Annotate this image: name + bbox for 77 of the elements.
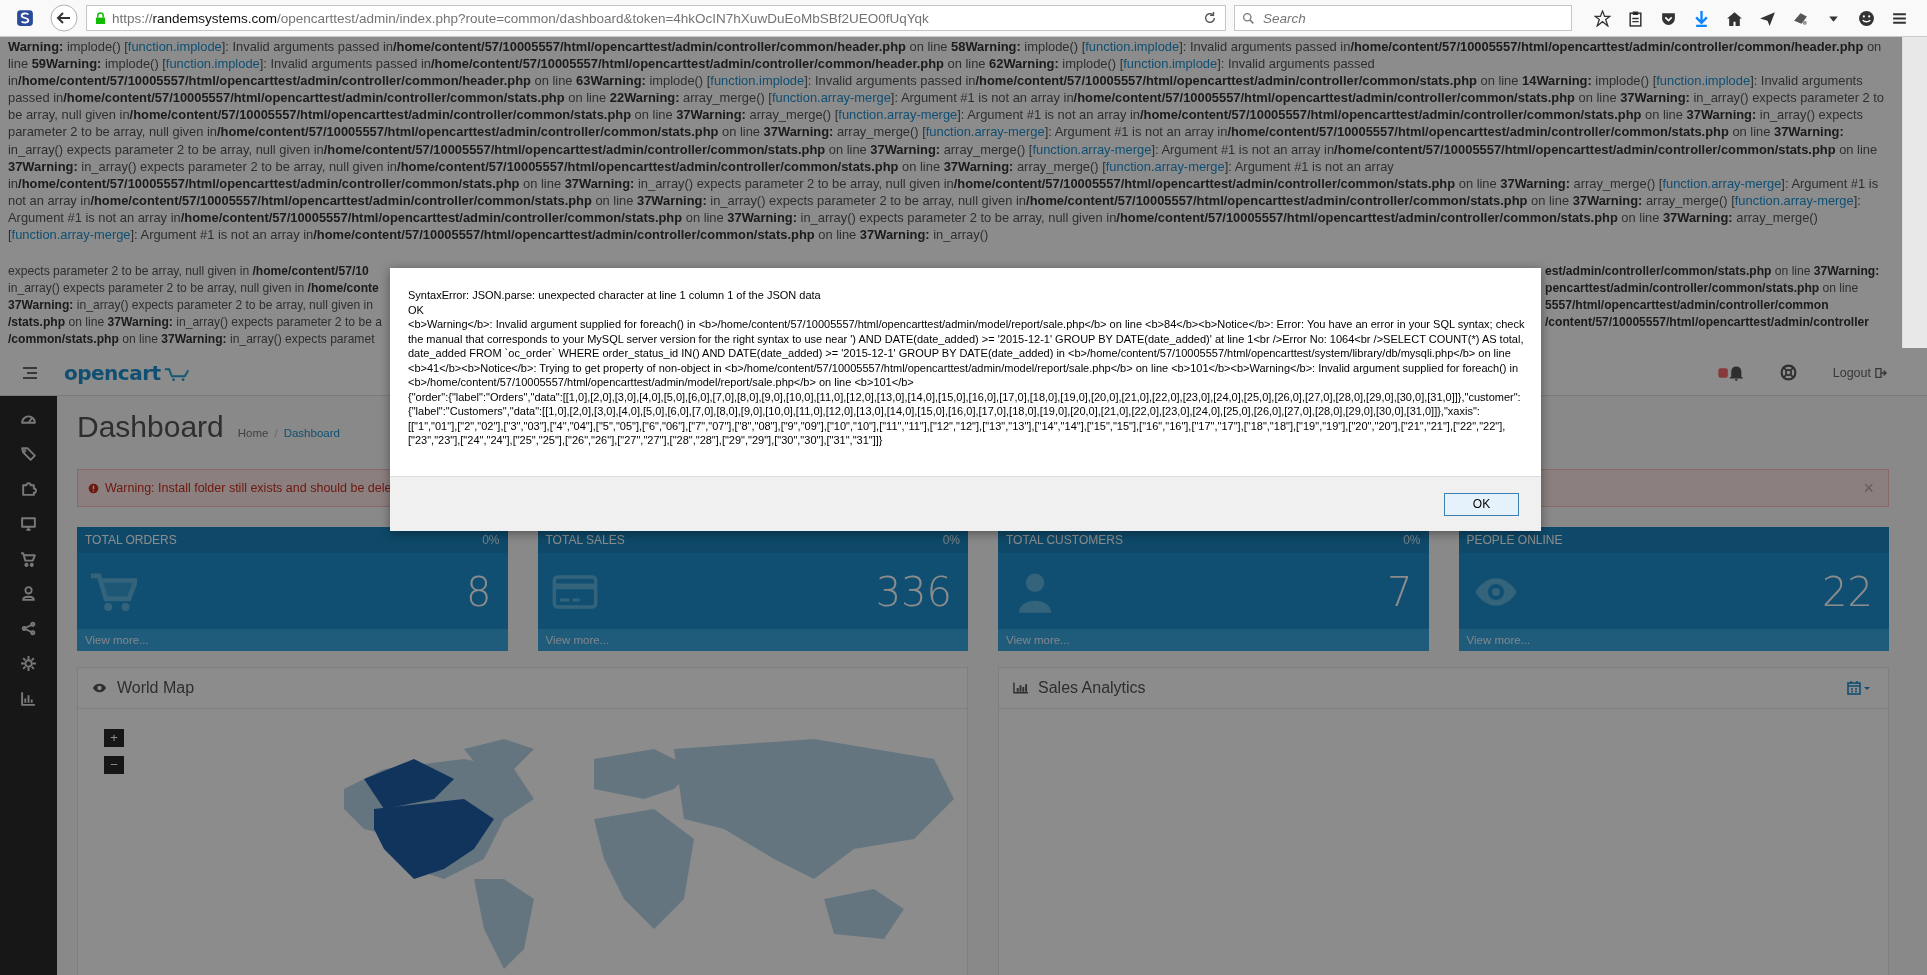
dialog-message: <b>Warning</b>: Invalid argument supplied for foreach() in <b>/home/content/57/10005557/html/opencarttest/admin/model/report/sale.php</b> on line <b>84</b><b>Notice</b>: Error: You have an error in your SQL syntax; check the manual that corresponds to your MySQL server version for the right syntax to use near ') AND DATE(date_added) >= '2015-12-1' GROUP BY DATE(date_added)' at line 1<br />Error No: 1064<br />SELECT COUNT(*) AS total, date_added FROM `oc_order` WHERE order_status_id IN() AND DATE(date_added) >= '2015-12-1' GROUP BY DATE(date_added) in <b>/home/content/57/10005557/html/opencarttest/system/library/db/mysqli.php</b> on line <b>41</b><b>Notice</b>: Trying to get property of non-object in <b>/home/content/57/10005557/html/opencarttest/admin/model/report/sale.php</b> on line <b>101</b><b>Warning</b>: Invalid argument supplied for foreach() in <b>/home/content/57/10005557/html/opencarttest/admin/model/report/sale.php</b> on line <b>101</b> (408, 317, 1525, 390)
php-warning-text: 5557/html/opencarttest/admin/controller/common (1545, 297, 1830, 315)
reload-icon[interactable] (1203, 11, 1217, 25)
dialog-message: {"order":{"label":"Orders","data":[[1,0],[2,0],[3,0],[4,0],[5,0],[6,0],[7,0],[8,0],[9,0],[10,0],[11,0],[12,0],[13,0],[14,0],[15,0],[16,0],[17,0],[18,0],[19,0],[20,0],[21,0],[22,0],[23,0],[24,0],[25,0],[26,0],[27,0],[28,0],[29,0],[30,0],[31,0]]},"customer":{"label":"Customers","data":[[1,0],[2,0],[3,0],[4,0],[5,0],[6,0],[7,0],[8,0],[9,0],[10,0],[11,0],[12,0],[13,0],[14,0],[15,0],[16,0],[17,0],[18,0],[19,0],[20,0],[21,0],[22,0],[23,0],[24,0],[25,0],[26,0],[27,0],[28,0],[29,0],[30,0],[31,0]]},"xaxis":[["1","01"],["2","02"],["3","03"],["4","04"],["5","05"],["6","06"],["7","07"],["8","08"],["9","09"],["10","10"],["11","11"],["12","12"],["13","13"],["14","14"],["15","15"],["16","16"],["17","17"],["18","18"],["19","19"],["20","20"],["21","21"],["22","22"],["23","23"],["24","24"],["25","25"],["26","26"],["27","27"],["28","28"],["29","29"],["30","30"],["31","31"]]} (408, 389, 1522, 448)
download-icon[interactable] (1693, 9, 1710, 27)
function-link[interactable]: function.implode (1656, 73, 1751, 89)
function-link[interactable]: function.array-merge (1662, 175, 1782, 191)
lock-icon (95, 11, 106, 25)
breadcrumb-link[interactable]: Home (237, 427, 269, 439)
tile-title: TOTAL SALES (545, 533, 625, 547)
home-icon[interactable] (1726, 9, 1743, 27)
address-field[interactable]: https://randemsystems.com/opencarttest/admin/index.php?route=common/dashboard&token=4hkOcIN7hXuwDuEoMbSBf2UEO0fUqYqk (86, 5, 1226, 31)
back-button[interactable] (50, 4, 78, 32)
bar-chart-icon (1013, 682, 1028, 694)
tile-percent: 0% (942, 533, 960, 547)
logout-link[interactable]: Logout (1832, 365, 1887, 380)
php-warning-text: /common/stats.php on line 37Warning: in_array() expects paramet (8, 331, 376, 349)
tile-title: PEOPLE ONLINE (1466, 533, 1563, 547)
life-ring-icon[interactable] (1779, 364, 1797, 381)
tile-value: 336 (875, 569, 952, 615)
dialog-message: OK (408, 302, 425, 317)
view-more-link[interactable]: View more... (77, 629, 508, 651)
logo-text[interactable]: opencart (64, 360, 161, 385)
tags-icon[interactable] (20, 445, 37, 462)
share-icon[interactable] (20, 620, 37, 637)
scrollbar[interactable] (1902, 37, 1927, 348)
smiley-icon[interactable] (1858, 9, 1875, 27)
alert-text: Warning: Install folder still exists and should be dele (105, 481, 392, 495)
view-more-link[interactable]: View more... (998, 629, 1429, 651)
php-warning-text: 37Warning: in_array() expects parameter 2 to be array, null given in (8, 297, 374, 315)
php-warning-text: /stats.php on line 37Warning: in_array() expects parameter 2 to be a (8, 314, 383, 332)
eye-icon (92, 682, 107, 694)
logout-icon (1875, 366, 1887, 379)
bookmark-star-icon[interactable] (1594, 9, 1611, 27)
tile-title: TOTAL CUSTOMERS (1006, 533, 1123, 547)
view-more-link[interactable]: View more... (1458, 629, 1889, 651)
php-warning-text: pencarttest/admin/controller/common/stats.php on line (1545, 280, 1860, 298)
ok-button[interactable]: OK (1444, 492, 1519, 516)
site-icon[interactable] (16, 9, 34, 27)
monitor-icon[interactable] (20, 515, 37, 532)
zoom-in-button[interactable]: + (104, 729, 124, 747)
tile-title: TOTAL ORDERS (85, 533, 177, 547)
dialog-message: SyntaxError: JSON.parse: unexpected character at line 1 column 1 of the JSON data (408, 288, 822, 303)
send-icon[interactable] (1759, 9, 1776, 27)
view-more-link[interactable]: View more... (537, 629, 968, 651)
panel-title: Sales Analytics (1038, 679, 1146, 697)
tile-value: 7 (1387, 569, 1413, 615)
zoom-out-button[interactable]: − (104, 756, 124, 774)
cart-icon[interactable] (20, 550, 37, 567)
cart-logo-icon (163, 366, 190, 382)
bell-icon[interactable] (1717, 363, 1744, 382)
php-warning-text: in_array() expects parameter 2 to be array, null given in /home/conte (8, 280, 380, 298)
tile-percent: 0% (482, 533, 500, 547)
tile-value: 8 (466, 569, 492, 615)
user-icon[interactable] (20, 585, 37, 602)
search-icon (1242, 12, 1255, 25)
function-link[interactable]: function.implode (1085, 39, 1180, 54)
page-title: Dashboard (77, 409, 224, 445)
php-warning-text: est/admin/controller/common/stats.php on line 37Warning: (1545, 263, 1880, 280)
tile-percent: 0% (1403, 533, 1421, 547)
clipboard-icon[interactable] (1627, 9, 1644, 27)
breadcrumb-separator: / (274, 427, 278, 439)
php-warning-text: expects parameter 2 to be array, null given in /home/content/57/10 (8, 263, 370, 280)
php-warning-text: /content/57/10005557/html/opencarttest/admin/controller (1545, 314, 1870, 332)
exclamation-icon (88, 482, 99, 494)
puzzle-icon[interactable] (20, 480, 37, 497)
panel-title: World Map (117, 679, 195, 697)
bar-chart-icon[interactable] (20, 690, 37, 707)
search-field[interactable]: Search (1234, 5, 1572, 31)
gear-icon[interactable] (20, 655, 37, 672)
breadcrumb-link[interactable]: Dashboard (283, 427, 340, 439)
function-link[interactable]: function.implode (1123, 56, 1218, 72)
function-link[interactable]: function.array-merge (838, 107, 958, 123)
function-link[interactable]: function.array-merge (1032, 141, 1152, 157)
close-button[interactable]: × (1859, 477, 1878, 499)
function-link[interactable]: function.implode (710, 73, 805, 89)
tile-value: 22 (1822, 569, 1873, 615)
